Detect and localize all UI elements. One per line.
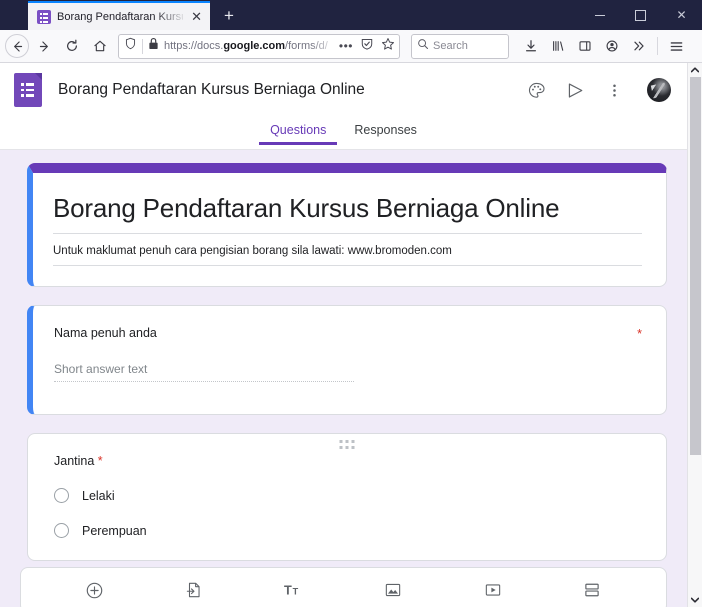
browser-window: Borang Pendaftaran Kursus Ber ✕ + ✕ — [0, 0, 702, 607]
toolbar-divider — [657, 37, 658, 55]
page-scrollbar[interactable] — [687, 63, 702, 607]
window-controls: ✕ — [579, 0, 702, 30]
add-section-icon[interactable] — [580, 578, 604, 602]
lock-icon[interactable] — [148, 37, 159, 55]
page-actions-icon[interactable]: ••• — [339, 39, 353, 53]
downloads-icon[interactable] — [518, 33, 544, 59]
minimize-button[interactable] — [579, 0, 620, 30]
sidebar-icon[interactable] — [572, 33, 598, 59]
browser-titlebar: Borang Pendaftaran Kursus Ber ✕ + ✕ — [0, 0, 702, 30]
svg-text:T: T — [292, 587, 298, 597]
account-icon[interactable] — [599, 33, 625, 59]
close-window-button[interactable]: ✕ — [661, 0, 702, 30]
search-bar[interactable]: Search — [411, 33, 509, 59]
option-label-lelaki[interactable]: Lelaki — [82, 489, 115, 503]
palette-icon[interactable] — [525, 79, 547, 101]
tab-questions-label: Questions — [270, 123, 327, 137]
question-card-jantina[interactable]: Jantina * Lelaki Perempuan — [27, 433, 667, 561]
maximize-button[interactable] — [620, 0, 661, 30]
browser-tab-title: Borang Pendaftaran Kursus Ber — [57, 10, 183, 23]
shield-icon[interactable] — [124, 37, 137, 55]
avatar[interactable] — [647, 78, 671, 102]
option-row-lelaki[interactable]: Lelaki — [54, 488, 642, 503]
radio-icon[interactable] — [54, 488, 69, 503]
search-icon — [417, 37, 429, 55]
google-forms-app: Borang Pendaftaran Kursus Berniaga Onlin… — [0, 63, 687, 607]
address-bar-divider — [142, 38, 143, 54]
back-icon[interactable] — [5, 34, 29, 58]
url-text[interactable]: https://docs.google.com/forms/d/ — [164, 40, 334, 52]
tab-responses[interactable]: Responses — [343, 117, 428, 144]
tab-questions[interactable]: Questions — [259, 117, 338, 145]
page-viewport: Borang Pendaftaran Kursus Berniaga Onlin… — [0, 63, 702, 607]
form-body: Borang Pendaftaran Kursus Berniaga Onlin… — [0, 151, 687, 607]
address-bar[interactable]: https://docs.google.com/forms/d/ ••• — [118, 33, 400, 59]
scrollbar-thumb[interactable] — [690, 77, 701, 455]
form-name[interactable]: Borang Pendaftaran Kursus Berniaga Onlin… — [58, 81, 525, 99]
browser-navigation-bar: https://docs.google.com/forms/d/ ••• Sea… — [0, 30, 702, 63]
question-label-jantina[interactable]: Jantina * — [54, 454, 642, 468]
svg-text:T: T — [284, 583, 292, 598]
form-title-card[interactable]: Borang Pendaftaran Kursus Berniaga Onlin… — [27, 163, 667, 287]
tab-strip: Borang Pendaftaran Kursus Ber ✕ + — [0, 0, 244, 30]
more-vert-icon[interactable] — [603, 79, 625, 101]
library-icon[interactable] — [545, 33, 571, 59]
hamburger-menu-icon[interactable] — [663, 33, 689, 59]
toolbar-right-icons — [518, 33, 689, 59]
add-title-icon[interactable]: TT — [282, 578, 306, 602]
form-title-text[interactable]: Borang Pendaftaran Kursus Berniaga Onlin… — [53, 193, 642, 234]
option-row-perempuan[interactable]: Perempuan — [54, 523, 642, 538]
form-description-text[interactable]: Untuk maklumat penuh cara pengisian bora… — [53, 234, 642, 266]
radio-icon[interactable] — [54, 523, 69, 538]
overflow-chevron-icon[interactable] — [626, 33, 652, 59]
search-input-placeholder[interactable]: Search — [433, 40, 468, 52]
close-tab-icon[interactable]: ✕ — [189, 9, 204, 24]
google-forms-favicon — [37, 9, 51, 24]
google-forms-logo-icon[interactable] — [14, 73, 42, 107]
new-tab-button[interactable]: + — [214, 1, 244, 30]
required-marker: * — [637, 327, 642, 341]
tracking-protection-icon[interactable] — [360, 37, 374, 56]
bookmark-star-icon[interactable] — [381, 37, 395, 56]
forward-icon[interactable] — [31, 33, 57, 59]
forms-logo-lines — [21, 83, 32, 100]
required-marker: * — [97, 454, 103, 468]
scroll-up-icon[interactable] — [688, 63, 702, 77]
add-video-icon[interactable] — [481, 578, 505, 602]
add-image-icon[interactable] — [381, 578, 405, 602]
question-label-nama[interactable]: Nama penuh anda — [54, 326, 642, 340]
short-answer-placeholder[interactable]: Short answer text — [54, 362, 354, 382]
question-card-nama[interactable]: * Nama penuh anda Short answer text — [27, 305, 667, 415]
tab-responses-label: Responses — [354, 123, 417, 137]
scroll-down-icon[interactable] — [688, 593, 702, 607]
forms-tabs: Questions Responses — [0, 117, 687, 150]
option-label-perempuan[interactable]: Perempuan — [82, 524, 147, 538]
question-label-jantina-text: Jantina — [54, 454, 95, 468]
send-icon[interactable] — [564, 79, 586, 101]
forms-header: Borang Pendaftaran Kursus Berniaga Onlin… — [0, 63, 687, 117]
add-question-icon[interactable] — [83, 578, 107, 602]
home-icon[interactable] — [87, 33, 113, 59]
question-toolbar: TT — [20, 567, 667, 607]
browser-tab-active[interactable]: Borang Pendaftaran Kursus Ber ✕ — [28, 1, 210, 30]
forms-header-actions — [525, 78, 671, 102]
import-questions-icon[interactable] — [182, 578, 206, 602]
drag-handle-icon[interactable] — [339, 440, 355, 449]
reload-icon[interactable] — [59, 33, 85, 59]
